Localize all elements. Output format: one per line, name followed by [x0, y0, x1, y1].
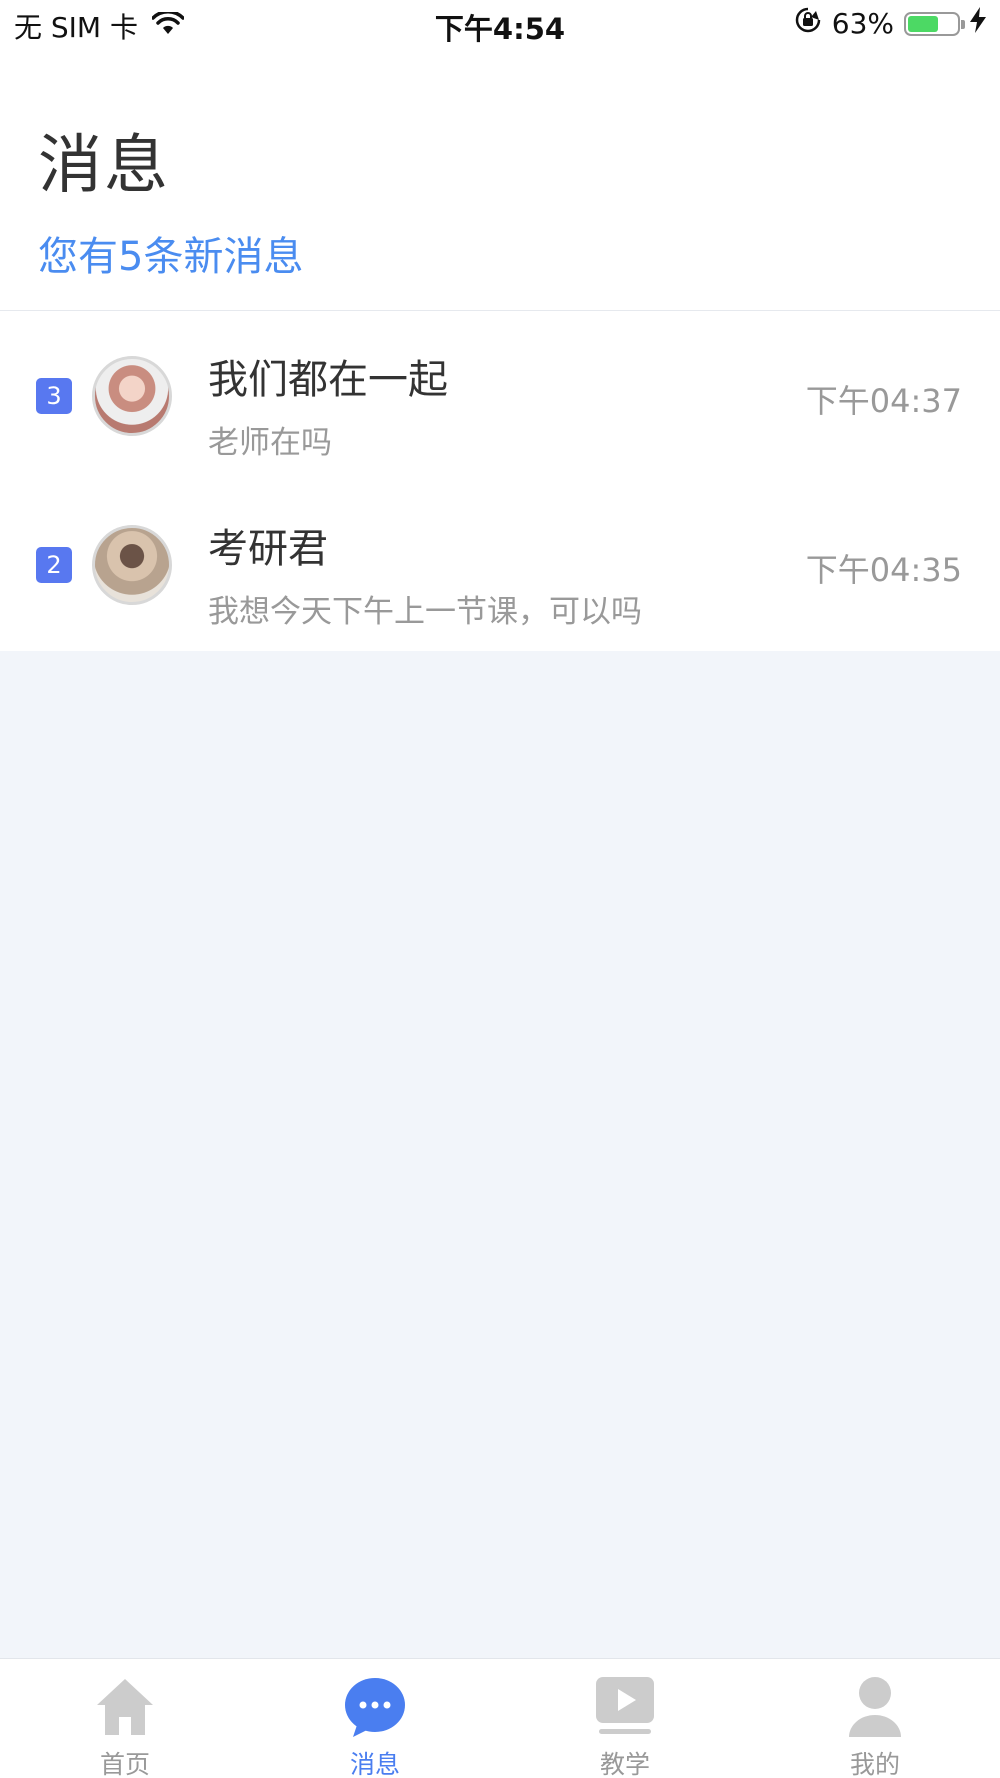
new-message-count: 您有5条新消息 [38, 234, 304, 280]
messages-screen: 无 SIM 卡 下午4:54 63% 消息 您有5条新消息 3 我们都在一起 老… [0, 0, 1000, 1778]
conversation-time: 下午04:35 [805, 551, 962, 589]
tab-bar: 首页 消息 教学 我的 [0, 1658, 1000, 1778]
conversation-preview: 老师在吗 [208, 425, 332, 461]
page-title: 消息 [38, 129, 170, 203]
unread-badge: 3 [36, 378, 72, 414]
conversation-item[interactable]: 3 我们都在一起 老师在吗 下午04:37 [0, 311, 1000, 480]
battery-level-fill [908, 15, 939, 32]
charging-bolt-icon [970, 7, 986, 40]
chat-bubble-icon [343, 1675, 407, 1739]
battery-icon [904, 11, 965, 36]
conversation-name: 我们都在一起 [208, 357, 448, 403]
tab-label: 首页 [99, 1750, 150, 1778]
conversation-name: 考研君 [208, 526, 328, 572]
page-header: 消息 您有5条新消息 [0, 52, 1000, 311]
play-video-icon [593, 1675, 657, 1739]
tab-profile[interactable]: 我的 [750, 1659, 1000, 1778]
avatar[interactable] [92, 356, 172, 436]
tab-teaching[interactable]: 教学 [500, 1659, 750, 1778]
status-bar: 无 SIM 卡 下午4:54 63% [0, 0, 1000, 52]
conversation-item[interactable]: 2 考研君 我想今天下午上一节课，可以吗 下午04:35 [0, 480, 1000, 649]
home-icon [93, 1675, 157, 1739]
conversation-preview: 我想今天下午上一节课，可以吗 [208, 594, 642, 630]
tab-label: 我的 [849, 1750, 900, 1778]
person-icon [843, 1675, 907, 1739]
unread-badge: 2 [36, 547, 72, 583]
battery-percent: 63% [831, 7, 894, 40]
conversation-time: 下午04:37 [805, 382, 962, 420]
tab-label: 消息 [349, 1750, 400, 1778]
tab-label: 教学 [599, 1750, 650, 1778]
tab-home[interactable]: 首页 [0, 1659, 250, 1778]
conversation-list: 3 我们都在一起 老师在吗 下午04:37 2 考研君 我想今天下午上一节课，可… [0, 311, 1000, 651]
status-right: 63% [794, 6, 986, 41]
tab-messages[interactable]: 消息 [250, 1659, 500, 1778]
avatar[interactable] [92, 525, 172, 605]
orientation-lock-icon [794, 6, 822, 41]
